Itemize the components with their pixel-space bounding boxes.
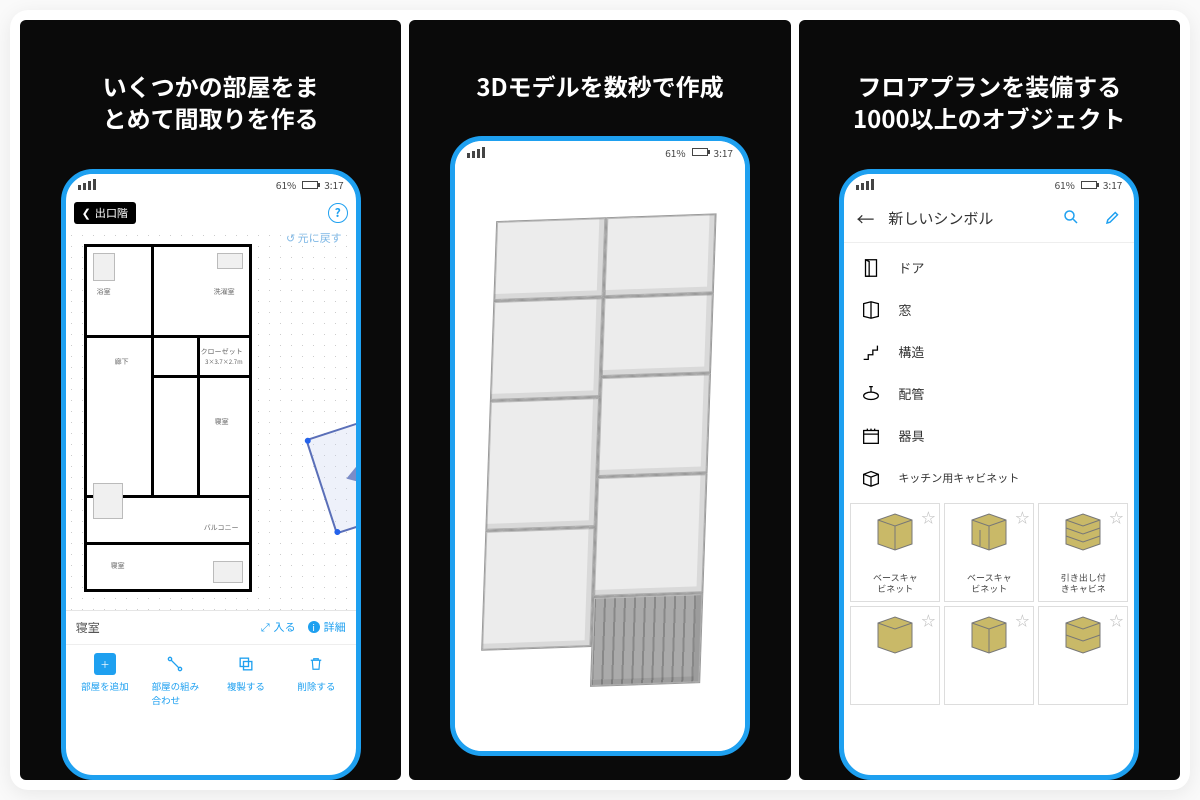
details-button[interactable]: i詳細 [308,619,346,635]
headline-2: 3Dモデルを数秒で作成 [476,70,723,102]
help-button[interactable]: ? [328,203,348,223]
clock-text: 3:17 [714,145,733,160]
room-label-bath: 浴室 [97,287,111,297]
window-icon [858,298,884,322]
battery-text: 61% [1055,177,1075,192]
selected-room-name: 寝室 [76,619,100,636]
object-tile[interactable]: ☆ 引き出し付 きキャビネ [1038,503,1128,602]
battery-text: 61% [276,177,296,192]
oven-icon [858,424,884,448]
action-bar: ＋ 部屋を追加 部屋の組み 合わせ 複製する 削除する [66,644,356,721]
signal-icon [78,179,96,190]
3d-model-icon [461,203,739,712]
statusbar: 61% 3:17 [455,141,745,163]
statusbar: 61% 3:17 [66,174,356,196]
appbar-title: 新しいシンボル [888,208,1048,229]
battery-icon [692,148,708,156]
furniture-icon [93,483,123,519]
expand-icon: ⤢ [261,619,270,635]
battery-icon [1081,181,1097,189]
favorite-icon[interactable]: ☆ [1015,611,1029,631]
object-tile[interactable]: ☆ ベースキャ ビネット [850,503,940,602]
object-tile[interactable]: ☆ ベースキャ ビネット [944,503,1034,602]
floorplan-canvas[interactable]: 浴室 洗濯室 クローゼット 3×3.7×2.7m 廊下 寝室 バルコニー 寝室 [66,230,356,610]
clock-text: 3:17 [1103,177,1122,192]
base-cabinet-icon [870,510,920,552]
phone-mock-3: 61% 3:17 ← 新しいシンボル ドア 窓 [839,169,1139,780]
room-label-balcony: バルコニー [204,523,239,533]
category-plumbing[interactable]: 配管 [844,373,1134,415]
room-label-corridor: 廊下 [115,357,129,367]
signal-icon [467,147,485,158]
merge-icon [164,653,186,675]
enter-room-button[interactable]: ⤢入る [261,619,296,635]
panel-objects: フロアプランを装備する 1000以上のオブジェクト 61% 3:17 ← 新しい… [799,20,1180,780]
furniture-icon [93,253,115,281]
category-appliance[interactable]: 器具 [844,415,1134,457]
duplicate-icon [235,653,257,675]
favorite-icon[interactable]: ☆ [921,508,935,528]
add-room-button[interactable]: ＋ 部屋を追加 [70,653,141,707]
drawer-cabinet-icon [1058,510,1108,552]
base-cabinet-icon [964,510,1014,552]
building-outline: 浴室 洗濯室 クローゼット 3×3.7×2.7m 廊下 寝室 バルコニー 寝室 [84,244,252,592]
editor-topbar: ❮出口階 ? [66,196,356,230]
battery-text: 61% [665,145,685,160]
showcase-card: いくつかの部屋をま とめて間取りを作る 61% 3:17 ❮出口階 ? ↺ 元に… [10,10,1190,790]
headline-1: いくつかの部屋をま とめて間取りを作る [103,70,319,135]
object-grid: ☆ ベースキャ ビネット ☆ ベースキャ ビネット ☆ 引き出し付 きキャビネ … [844,503,1134,705]
statusbar: 61% 3:17 [844,174,1134,196]
panel-3d: 3Dモデルを数秒で作成 61% 3:17 [409,20,790,780]
signal-icon [856,179,874,190]
edit-button[interactable] [1104,207,1122,231]
trash-icon [305,653,327,675]
room-label-bedroom2: 寝室 [111,561,125,571]
room-label-bedroom: 寝室 [215,417,229,427]
dragging-room[interactable] [305,405,361,534]
delete-button[interactable]: 削除する [281,653,352,707]
back-button[interactable]: ← [856,206,874,232]
object-tile[interactable]: ☆ [850,606,940,705]
symbol-appbar: ← 新しいシンボル [844,196,1134,243]
plus-icon: ＋ [94,653,116,675]
category-door[interactable]: ドア [844,247,1134,289]
door-icon [858,256,884,280]
cabinet-icon [858,466,884,490]
combine-rooms-button[interactable]: 部屋の組み 合わせ [140,653,211,707]
object-tile[interactable]: ☆ [1038,606,1128,705]
object-tile[interactable]: ☆ [944,606,1034,705]
stairs-icon [858,340,884,364]
cabinet-icon [964,613,1014,655]
search-button[interactable] [1062,207,1080,231]
room-label-closet-dim: 3×3.7×2.7m [205,357,243,366]
cabinet-icon [870,613,920,655]
phone-mock-2: 61% 3:17 [450,136,750,756]
favorite-icon[interactable]: ☆ [1015,508,1029,528]
favorite-icon[interactable]: ☆ [921,611,935,631]
duplicate-button[interactable]: 複製する [211,653,282,707]
headline-3: フロアプランを装備する 1000以上のオブジェクト [853,70,1126,135]
room-label-closet: クローゼット [201,347,243,357]
back-floor-chip[interactable]: ❮出口階 [74,202,136,224]
phone-mock-1: 61% 3:17 ❮出口階 ? ↺ 元に戻す 浴室 洗濯室 クローゼット 3×3… [61,169,361,780]
sink-icon [858,382,884,406]
category-list: ドア 窓 構造 配管 器具 [844,243,1134,503]
furniture-icon [213,561,243,583]
panel-floorplan: いくつかの部屋をま とめて間取りを作る 61% 3:17 ❮出口階 ? ↺ 元に… [20,20,401,780]
selection-metabar: 寝室 ⤢入る i詳細 [66,610,356,644]
cabinet-icon [1058,613,1108,655]
chevron-left-icon: ❮ [82,205,91,221]
info-icon: i [308,621,320,633]
category-kitchen-cabinet[interactable]: キッチン用キャビネット [844,457,1134,499]
favorite-icon[interactable]: ☆ [1109,508,1123,528]
category-window[interactable]: 窓 [844,289,1134,331]
category-structure[interactable]: 構造 [844,331,1134,373]
room-label-wash: 洗濯室 [214,287,235,297]
furniture-icon [217,253,243,269]
3d-viewport[interactable] [455,163,745,751]
battery-icon [302,181,318,189]
clock-text: 3:17 [324,177,343,192]
favorite-icon[interactable]: ☆ [1109,611,1123,631]
